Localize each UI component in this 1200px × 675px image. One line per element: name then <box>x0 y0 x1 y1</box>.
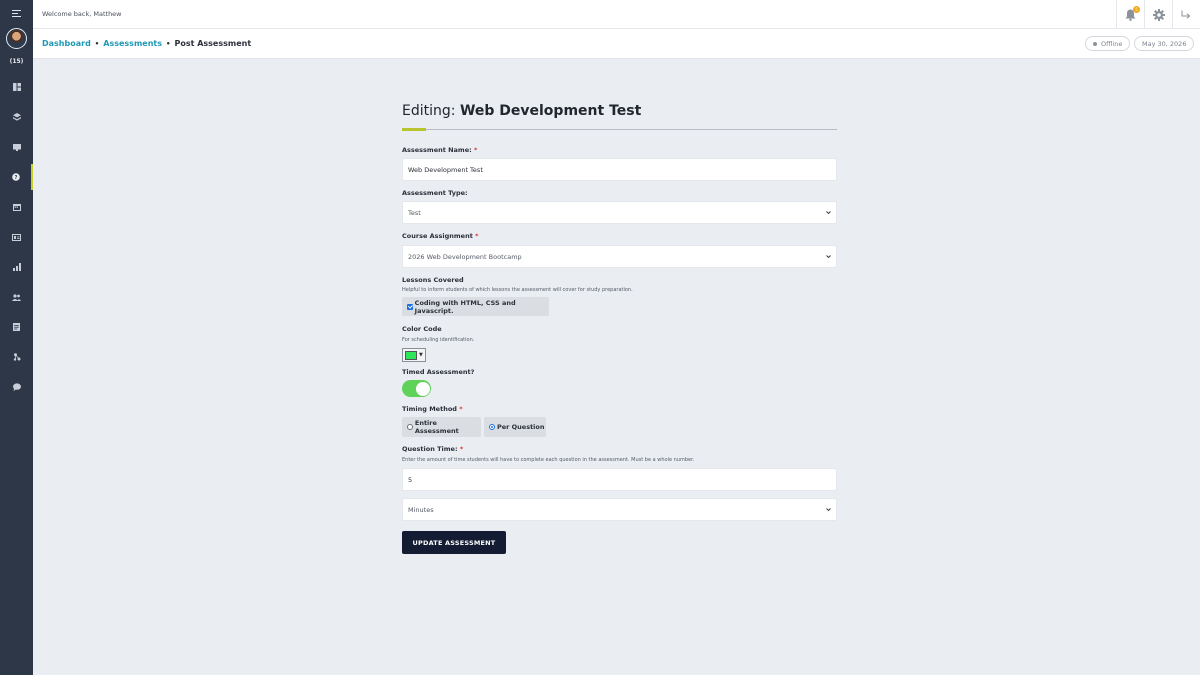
assessment-name-value: Web Development Test <box>408 165 483 174</box>
hamburger-icon <box>12 9 21 17</box>
avatar[interactable] <box>6 28 27 49</box>
chat-icon <box>12 383 21 391</box>
dropdown-arrow-icon: ▼ <box>419 352 423 358</box>
required-marker: * <box>459 405 463 413</box>
required-marker: * <box>475 232 479 240</box>
chart-icon <box>12 263 21 271</box>
chevron-down-icon <box>826 211 831 215</box>
assessment-icon: ? <box>11 173 20 181</box>
timing-option-per-question[interactable]: Per Question <box>484 417 546 437</box>
sidebar-item-assessments[interactable]: ? <box>0 164 33 190</box>
chevron-down-icon <box>826 508 831 512</box>
assessment-type-select[interactable]: Test <box>402 201 837 224</box>
assessment-type-value: Test <box>408 208 421 217</box>
radio-selected-icon[interactable] <box>489 424 495 430</box>
sidebar-item-students[interactable] <box>0 224 33 250</box>
sitemap-icon <box>13 353 20 361</box>
date-badge: May 30, 2026 <box>1134 36 1195 51</box>
timing-option-label: Per Question <box>497 423 545 431</box>
breadcrumb-bar: Dashboard • Assessments • Post Assessmen… <box>33 29 1200 59</box>
breadcrumb: Dashboard • Assessments • Post Assessmen… <box>42 39 251 48</box>
timed-assessment-toggle[interactable] <box>402 380 431 397</box>
svg-text:?: ? <box>14 175 17 181</box>
sidebar-count-label: (15) <box>9 58 24 65</box>
status-label: Offline <box>1101 39 1123 48</box>
id-card-icon <box>12 233 21 241</box>
timing-option-entire-assessment[interactable]: Entire Assessment <box>402 417 481 437</box>
gear-icon <box>1152 8 1165 21</box>
logout-icon <box>1181 10 1191 19</box>
lesson-checkbox-item[interactable]: Coding with HTML, CSS and Javascript. <box>402 297 549 316</box>
welcome-message: Welcome back, Matthew <box>42 10 122 18</box>
top-bar: Welcome back, Matthew 5 <box>33 0 1200 29</box>
breadcrumb-link-dashboard[interactable]: Dashboard <box>42 39 91 48</box>
users-icon <box>12 293 21 301</box>
title-accent-bar <box>402 128 426 131</box>
sidebar-item-documents[interactable] <box>0 314 33 340</box>
sidebar-item-calendar[interactable] <box>0 194 33 220</box>
layers-icon <box>12 113 21 121</box>
timed-assessment-label: Timed Assessment? <box>402 368 475 376</box>
status-badge: Offline <box>1085 36 1131 51</box>
course-assignment-label: Course Assignment * <box>402 232 479 240</box>
question-time-label: Question Time: * <box>402 445 464 453</box>
checkbox-checked-icon[interactable] <box>407 303 413 310</box>
color-code-label: Color Code <box>402 325 442 333</box>
sidebar: (15) ? <box>0 0 33 675</box>
color-swatch <box>405 350 417 360</box>
book-icon <box>12 143 21 151</box>
sidebar-item-dashboard[interactable] <box>0 74 33 100</box>
notification-badge: 5 <box>1133 6 1140 13</box>
sidebar-item-lessons[interactable] <box>0 134 33 160</box>
breadcrumb-separator: • <box>166 39 171 48</box>
required-marker: * <box>459 445 464 453</box>
notifications-button[interactable]: 5 <box>1116 0 1144 29</box>
page-title: Editing: Web Development Test <box>402 103 641 119</box>
lessons-covered-label: Lessons Covered <box>402 276 464 284</box>
assessment-name-label: Assessment Name: * <box>402 146 478 154</box>
question-time-value: 5 <box>408 475 413 484</box>
course-assignment-value: 2026 Web Development Bootcamp <box>408 252 522 261</box>
status-dot-icon <box>1093 41 1097 46</box>
title-prefix: Editing: <box>402 103 456 119</box>
title-divider <box>402 129 837 130</box>
toggle-knob <box>415 381 430 396</box>
settings-button[interactable] <box>1144 0 1172 29</box>
date-label: May 30, 2026 <box>1142 39 1187 48</box>
report-icon <box>13 323 20 331</box>
chevron-down-icon <box>826 255 831 259</box>
color-picker[interactable]: ▼ <box>402 348 426 362</box>
assessment-name-input[interactable]: Web Development Test <box>402 158 837 181</box>
update-assessment-button[interactable]: UPDATE ASSESSMENT <box>402 531 506 554</box>
calendar-icon <box>12 204 21 211</box>
color-code-hint: For scheduling identification. <box>402 337 475 343</box>
time-unit-select[interactable]: Minutes <box>402 498 837 521</box>
required-marker: * <box>473 146 478 154</box>
sidebar-item-reports[interactable] <box>0 254 33 280</box>
breadcrumb-separator: • <box>94 39 100 48</box>
sidebar-item-users[interactable] <box>0 284 33 310</box>
lessons-covered-hint: Helpful to inform students of which less… <box>402 287 633 293</box>
timing-option-label: Entire Assessment <box>414 419 459 435</box>
question-time-input[interactable]: 5 <box>402 468 837 491</box>
sidebar-item-messages[interactable] <box>0 374 33 400</box>
sidebar-item-organization[interactable] <box>0 344 33 370</box>
breadcrumb-link-assessments[interactable]: Assessments <box>103 39 162 48</box>
timing-method-label: Timing Method * <box>402 405 463 413</box>
time-unit-value: Minutes <box>408 505 434 514</box>
dashboard-icon <box>12 83 21 91</box>
menu-toggle-button[interactable] <box>0 0 33 26</box>
title-assessment-name: Web Development Test <box>459 103 642 119</box>
sidebar-item-courses[interactable] <box>0 104 33 130</box>
question-time-hint: Enter the amount of time students will h… <box>402 457 695 463</box>
logout-button[interactable] <box>1172 0 1200 29</box>
assessment-type-label: Assessment Type: <box>402 189 468 197</box>
breadcrumb-current: Post Assessment <box>174 39 252 48</box>
course-assignment-select[interactable]: 2026 Web Development Bootcamp <box>402 245 837 268</box>
radio-unselected-icon[interactable] <box>407 424 413 430</box>
lesson-checkbox-label: Coding with HTML, CSS and Javascript. <box>414 298 516 315</box>
